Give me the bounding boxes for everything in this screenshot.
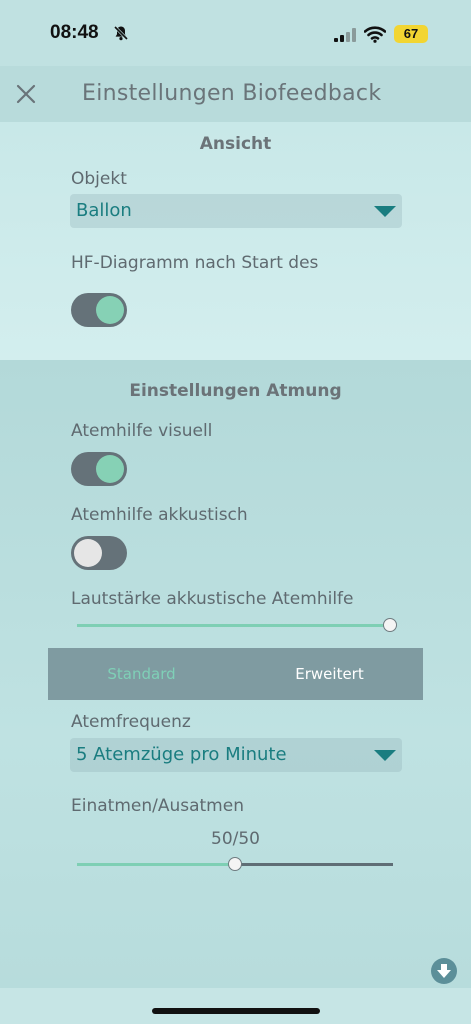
signal-icon xyxy=(334,28,356,42)
header-bar: Einstellungen Biofeedback xyxy=(0,66,471,122)
chevron-down-icon xyxy=(374,206,396,217)
frequency-select-value: 5 Atemzüge pro Minute xyxy=(76,744,287,765)
hf-diagram-label: HF-Diagramm nach Start des xyxy=(71,253,319,273)
mode-segmented-control: Standard Erweitert xyxy=(48,648,423,700)
ratio-value: 50/50 xyxy=(211,829,260,849)
battery-indicator: 67 xyxy=(394,25,428,43)
hf-diagram-toggle[interactable] xyxy=(71,293,127,327)
object-label: Objekt xyxy=(71,169,127,189)
toggle-knob xyxy=(96,296,124,324)
wifi-icon xyxy=(364,26,386,43)
status-time: 08:48 xyxy=(50,22,99,43)
bell-muted-icon xyxy=(113,25,129,41)
view-section-title: Ansicht xyxy=(199,134,272,154)
object-select[interactable]: Ballon xyxy=(70,194,402,228)
chevron-down-icon xyxy=(374,750,396,761)
bottom-area xyxy=(0,988,471,1024)
toggle-knob xyxy=(96,455,124,483)
page-title: Einstellungen Biofeedback xyxy=(82,81,382,106)
object-select-value: Ballon xyxy=(76,200,132,221)
frequency-label: Atemfrequenz xyxy=(71,712,191,732)
scroll-down-button[interactable] xyxy=(431,958,457,984)
arrow-down-icon xyxy=(437,964,451,978)
volume-slider-fill xyxy=(77,624,390,627)
breathing-section-title: Einstellungen Atmung xyxy=(129,381,342,401)
ratio-slider-fill xyxy=(77,863,235,866)
volume-slider[interactable] xyxy=(77,618,397,632)
status-bar: 08:48 67 xyxy=(0,0,471,66)
ratio-slider-thumb[interactable] xyxy=(228,857,242,871)
frequency-select[interactable]: 5 Atemzüge pro Minute xyxy=(70,738,402,772)
acoustic-aid-label: Atemhilfe akkustisch xyxy=(71,505,248,525)
tab-extended[interactable]: Erweitert xyxy=(236,648,423,700)
toggle-knob xyxy=(74,539,102,567)
battery-level: 67 xyxy=(403,26,419,41)
ratio-label: Einatmen/Ausatmen xyxy=(71,796,244,816)
home-indicator xyxy=(152,1008,320,1014)
volume-label: Lautstärke akkustische Atemhilfe xyxy=(71,589,354,609)
view-section: Ansicht Objekt Ballon HF-Diagramm nach S… xyxy=(0,122,471,360)
visual-aid-toggle[interactable] xyxy=(71,452,127,486)
ratio-slider[interactable] xyxy=(77,857,393,871)
volume-slider-thumb[interactable] xyxy=(383,618,397,632)
close-icon[interactable] xyxy=(12,80,40,108)
ratio-slider-track xyxy=(235,863,393,866)
tab-standard[interactable]: Standard xyxy=(48,648,235,700)
visual-aid-label: Atemhilfe visuell xyxy=(71,421,213,441)
acoustic-aid-toggle[interactable] xyxy=(71,536,127,570)
